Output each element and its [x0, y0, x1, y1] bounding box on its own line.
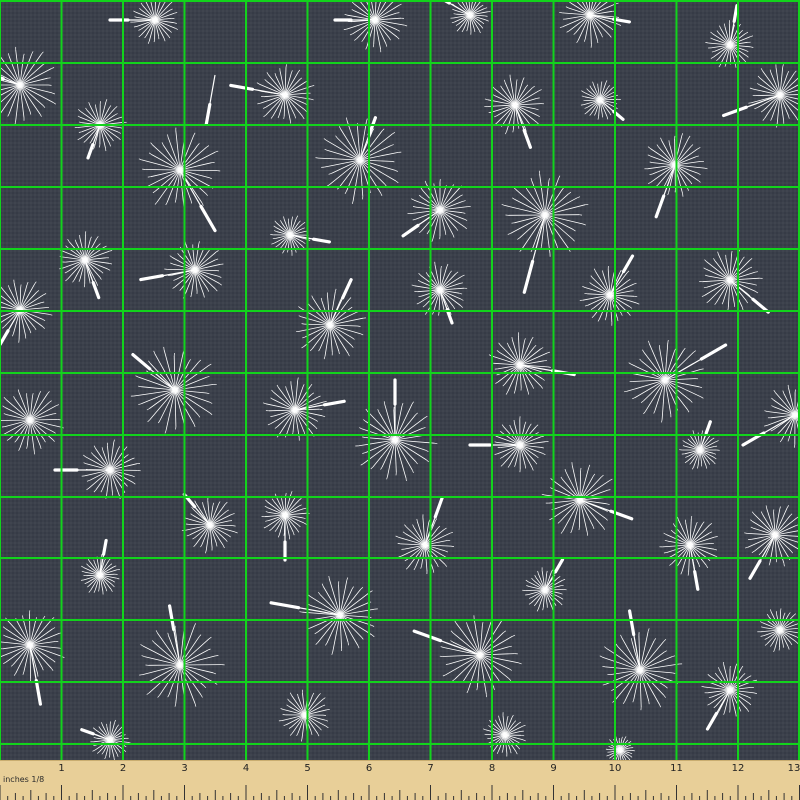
ruler-number: 10 [608, 763, 622, 774]
ruler-number: 2 [119, 763, 127, 774]
ruler-number: 11 [670, 763, 683, 774]
ruler-number: 9 [550, 763, 557, 774]
ruler-number: 4 [242, 763, 250, 774]
dandelion-pattern [0, 0, 800, 760]
ruler-number: 13 [787, 763, 800, 774]
ruler-number: 3 [181, 763, 188, 774]
fabric-swatch [0, 0, 800, 760]
ruler-number: 8 [488, 763, 496, 774]
fabric-preview: inches 1/8 1 2 3 4 5 6 7 8 9 10 11 12 13 [0, 0, 800, 800]
ruler-number: 7 [427, 763, 434, 774]
ruler-unit-label: inches 1/8 [3, 775, 45, 784]
ruler-number: 12 [731, 763, 745, 774]
ruler-number: 5 [304, 763, 311, 774]
fabric-texture [0, 0, 800, 760]
ruler-number: 6 [365, 763, 373, 774]
ruler: inches 1/8 1 2 3 4 5 6 7 8 9 10 11 12 13 [0, 760, 800, 800]
ruler-number: 1 [58, 763, 65, 774]
